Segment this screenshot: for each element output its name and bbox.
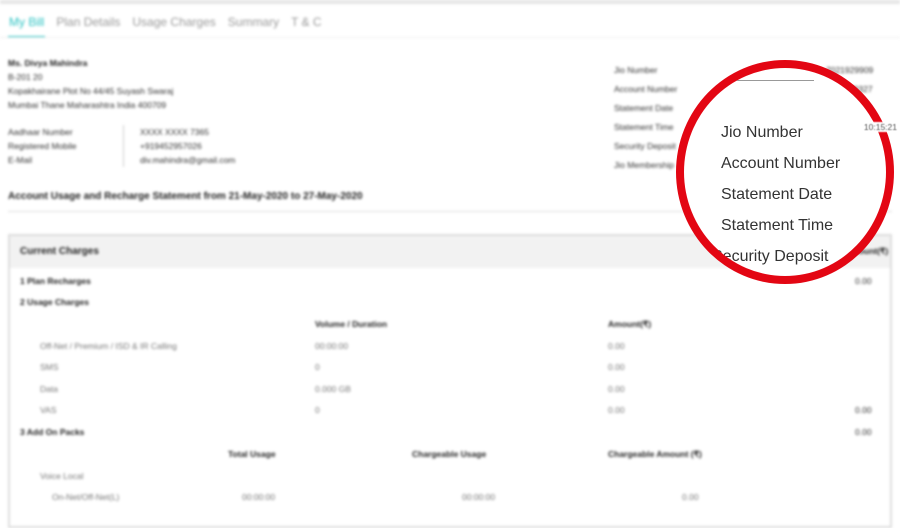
aadhaar-label: Aadhaar Number bbox=[8, 127, 73, 137]
magnified-statement-date: Statement Date bbox=[721, 186, 833, 203]
usage-row-name: Off-Net / Premium / ISD & IR Calling bbox=[40, 341, 177, 351]
usage-row-volume: 00:00:00 bbox=[315, 341, 349, 351]
total-usage-header: Total Usage bbox=[228, 449, 276, 459]
customer-name: Ms. Divya Mahindra bbox=[8, 58, 88, 68]
tab-bar: My Bill Plan Details Usage Charges Summa… bbox=[8, 13, 323, 38]
usage-row-name: Data bbox=[40, 384, 58, 394]
usage-row-amount: 0.00 bbox=[608, 384, 625, 394]
addon-group: Voice Local bbox=[40, 471, 84, 481]
statement-title: Account Usage and Recharge Statement fro… bbox=[8, 191, 363, 202]
usage-row-volume: 0.000 GB bbox=[315, 384, 351, 394]
addon-packs-label: 3 Add On Packs bbox=[20, 427, 85, 437]
statement-time-value: 10:15:21 bbox=[863, 122, 897, 132]
jio-number-label: Jio Number bbox=[614, 65, 658, 75]
tab-terms[interactable]: T & C bbox=[290, 13, 322, 38]
tab-my-bill[interactable]: My Bill bbox=[8, 13, 46, 38]
divider bbox=[123, 125, 124, 167]
chargeable-amount-header: Chargeable Amount (₹) bbox=[608, 449, 702, 459]
magnified-security-deposit: Security Deposit bbox=[712, 248, 829, 265]
usage-row-volume: 0 bbox=[315, 405, 320, 415]
tab-usage-charges[interactable]: Usage Charges bbox=[131, 13, 216, 38]
usage-total: 0.00 bbox=[855, 405, 872, 415]
email-label: E-Mail bbox=[8, 155, 33, 165]
magnifier-highlight: Jio Number Account Number Statement Date… bbox=[676, 60, 894, 284]
usage-row-amount: 0.00 bbox=[608, 362, 625, 372]
magnified-statement-time: Statement Time bbox=[721, 217, 834, 234]
addon-packs-amount: 0.00 bbox=[855, 427, 872, 437]
usage-charges-label: 2 Usage Charges bbox=[20, 297, 89, 307]
usage-row-name: SMS bbox=[40, 362, 59, 372]
tab-plan-details[interactable]: Plan Details bbox=[55, 13, 121, 38]
usage-row-amount: 0.00 bbox=[608, 405, 625, 415]
panel-title: Current Charges bbox=[20, 246, 99, 257]
top-bar bbox=[0, 0, 900, 4]
account-number-label: Account Number bbox=[614, 84, 678, 94]
email-value: div.mahindra@gmail.com bbox=[140, 155, 236, 165]
addon-row-total: 00:00:00 bbox=[242, 492, 276, 502]
divider bbox=[684, 80, 814, 81]
divider bbox=[0, 37, 900, 38]
plan-recharges-amount: 0.00 bbox=[855, 276, 872, 286]
usage-row-volume: 0 bbox=[315, 362, 320, 372]
addon-row-amount: 0.00 bbox=[682, 492, 699, 502]
plan-recharges-label: 1 Plan Recharges bbox=[20, 276, 91, 286]
mobile-label: Registered Mobile bbox=[8, 141, 77, 151]
usage-amount-header: Amount(₹) bbox=[608, 319, 652, 329]
addon-row-chargeable: 00:00:00 bbox=[462, 492, 496, 502]
mobile-value: +919452957026 bbox=[140, 141, 202, 151]
addon-row-name: On-Net/Off-Net(L) bbox=[52, 492, 120, 502]
usage-row-amount: 0.00 bbox=[608, 341, 625, 351]
statement-date-label: Statement Date bbox=[614, 103, 674, 113]
tab-summary[interactable]: Summary bbox=[227, 13, 280, 38]
magnified-account-number: Account Number bbox=[721, 155, 841, 172]
security-deposit-label: Security Deposit bbox=[614, 141, 676, 151]
jio-membership-label: Jio Membership bbox=[614, 160, 674, 170]
volume-header: Volume / Duration bbox=[315, 319, 388, 329]
address-line: B-201 20 bbox=[8, 72, 43, 82]
address-line: Kopakhairane Plot No 44/45 Suyash Swaraj bbox=[8, 86, 174, 96]
usage-row-name: VAS bbox=[40, 405, 57, 415]
aadhaar-value: XXXX XXXX 7365 bbox=[140, 127, 209, 137]
magnified-jio-number: Jio Number bbox=[721, 124, 803, 141]
address-line: Mumbai Thane Maharashtra India 400709 bbox=[8, 100, 167, 110]
statement-time-label: Statement Time bbox=[614, 122, 674, 132]
chargeable-usage-header: Chargeable Usage bbox=[412, 449, 487, 459]
